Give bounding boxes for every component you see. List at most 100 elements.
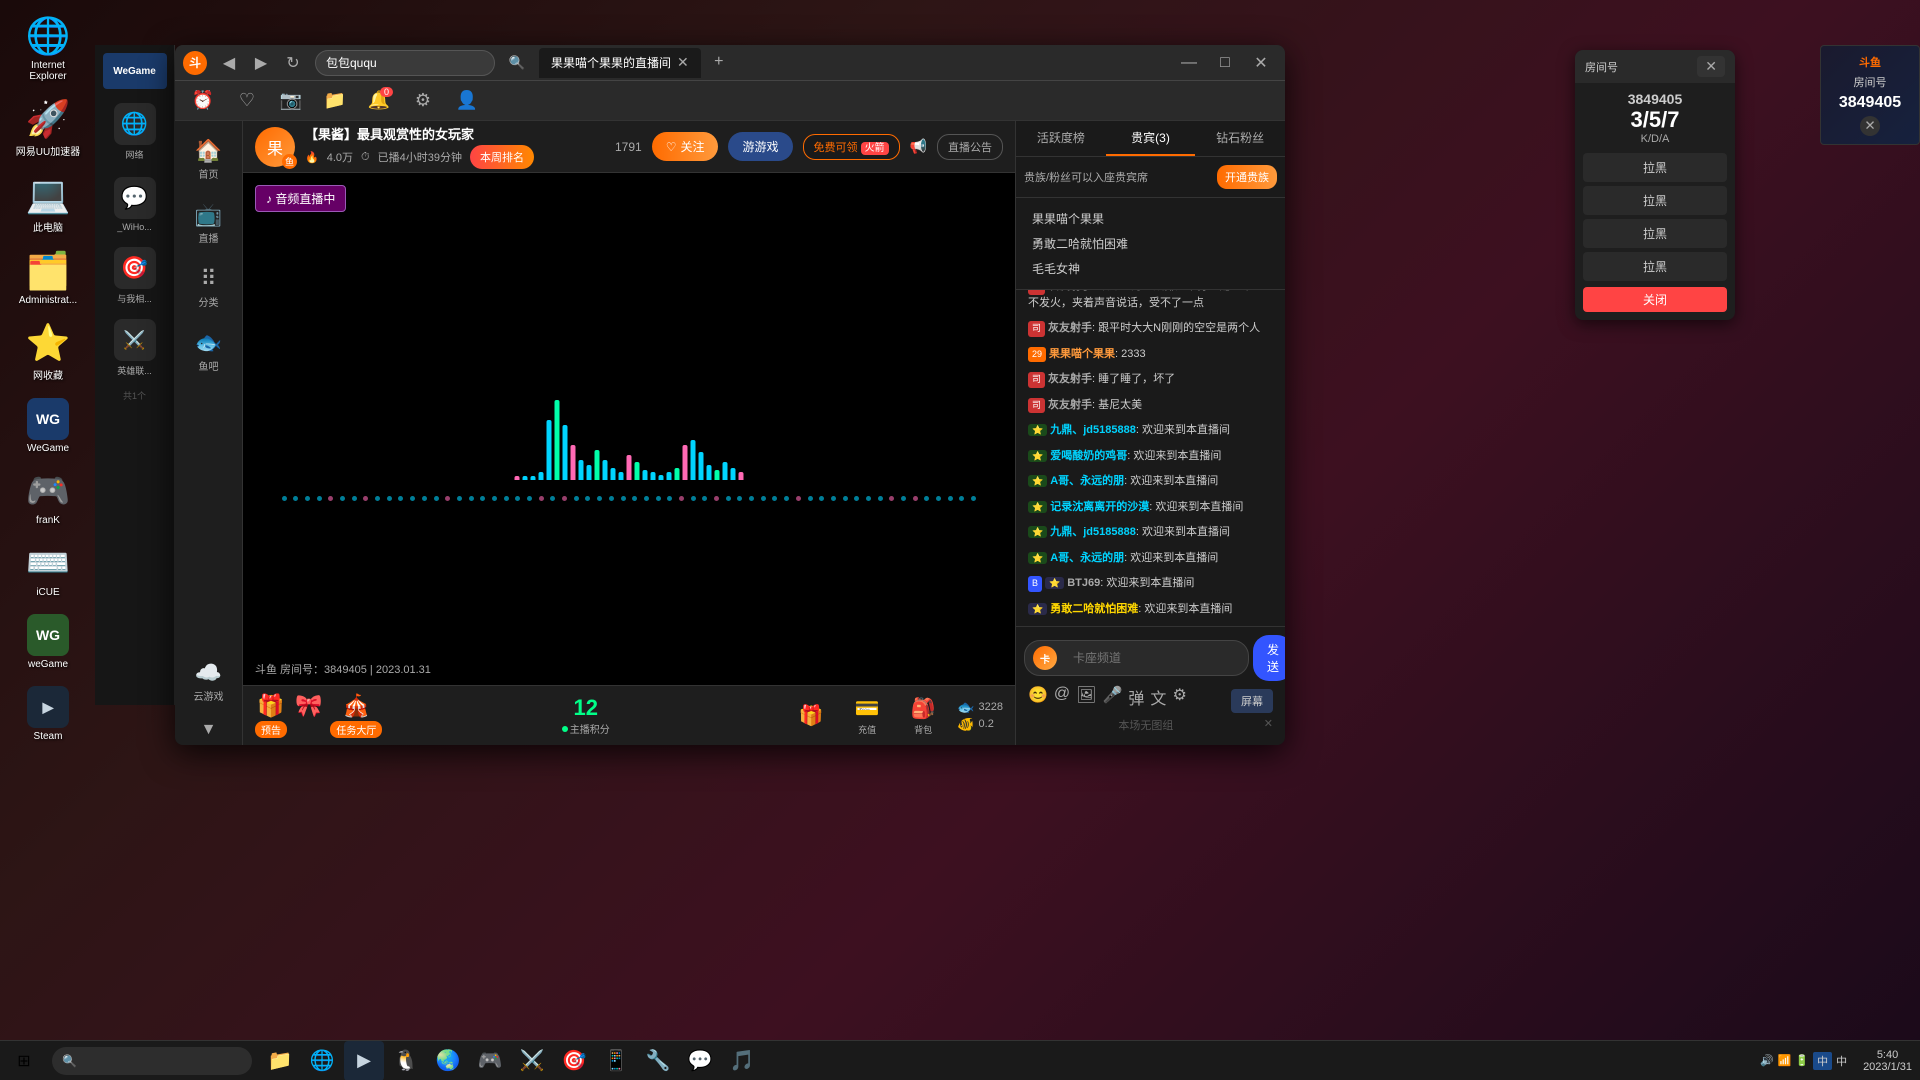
ban-btn-4[interactable]: 拉黑 xyxy=(1583,252,1727,281)
favorites-icon-btn[interactable]: ♡ xyxy=(231,85,263,117)
taskbar-app3[interactable]: 🔧 xyxy=(638,1041,678,1080)
close-room-btn[interactable]: 关闭 xyxy=(1583,287,1727,312)
files-icon-btn[interactable]: 📁 xyxy=(319,85,351,117)
tray-icon-3[interactable]: 🔋 xyxy=(1795,1054,1809,1067)
send-button[interactable]: 发送 xyxy=(1253,635,1285,681)
wegame-item-history[interactable]: 🎯 与我相... xyxy=(100,241,170,311)
taskbar-app5[interactable]: 🎵 xyxy=(722,1041,762,1080)
desktop-icon-wegame[interactable]: WG WeGame xyxy=(10,393,86,459)
barrage-icon[interactable]: 弹 xyxy=(1128,685,1144,713)
taskbar-lol[interactable]: ⚔️ xyxy=(512,1041,552,1080)
history-icon-btn[interactable]: ⏰ xyxy=(187,85,219,117)
taskbar-browser[interactable]: 🌏 xyxy=(428,1041,468,1080)
refresh-button[interactable]: ↻ xyxy=(279,49,307,77)
tray-icon-input[interactable]: 中 xyxy=(1836,1053,1847,1069)
backpack-action-btn[interactable]: 🎒 背包 xyxy=(901,694,945,738)
highlight-item-3[interactable]: 毛毛女神 xyxy=(1024,256,1277,281)
image-icon[interactable]: 🖼 xyxy=(1076,685,1096,713)
settings-icon-btn[interactable]: ⚙ xyxy=(407,85,439,117)
fish-info: 🐟 3228 🐠 0.2 xyxy=(957,699,1003,733)
maximize-button[interactable]: □ xyxy=(1209,49,1241,77)
rank-button[interactable]: 本周排名 xyxy=(470,145,534,169)
voice-icon[interactable]: 🎤 xyxy=(1102,685,1122,713)
wegame-item-lol[interactable]: ⚔️ 英雄联... xyxy=(100,313,170,383)
sidebar-item-live[interactable]: 📺 直播 xyxy=(179,193,239,253)
desktop-icon-admin[interactable]: 🗂️ Administrat... xyxy=(10,245,86,311)
gift-action-btn[interactable]: 🎁 xyxy=(789,694,833,738)
messages-icon-btn[interactable]: 🔔 0 xyxy=(363,85,395,117)
highlight-item-2[interactable]: 勇敢二哈就怕困难 xyxy=(1024,231,1277,256)
ban-btn-3[interactable]: 拉黑 xyxy=(1583,219,1727,248)
sidebar-item-cloudgame[interactable]: ☁️ 云游戏 xyxy=(179,651,239,711)
follow-button[interactable]: ♡ 关注 xyxy=(652,132,719,161)
wegame-item-label3: 与我相... xyxy=(117,292,152,305)
broadcast-button[interactable]: 直播公告 xyxy=(937,134,1003,160)
taskbar-app4[interactable]: 💬 xyxy=(680,1041,720,1080)
screenshot-icon-btn[interactable]: 📷 xyxy=(275,85,307,117)
desktop-icon-wegame2[interactable]: WG weGame xyxy=(10,609,86,675)
tab-activity[interactable]: 活跃度榜 xyxy=(1016,121,1106,156)
taskbar-app1[interactable]: 🎯 xyxy=(554,1041,594,1080)
vip-btn[interactable]: 开通贵族 xyxy=(1217,165,1277,189)
forward-button[interactable]: ▶ xyxy=(247,49,275,77)
start-button[interactable]: ⊞ xyxy=(0,1041,48,1080)
settings-chat-icon[interactable]: ⚙ xyxy=(1172,685,1186,713)
close-notice-btn[interactable]: ✕ xyxy=(1264,717,1273,730)
taskbar-netease[interactable]: 🐧 xyxy=(386,1041,426,1080)
taskbar-steam[interactable]: ▶ xyxy=(344,1041,384,1080)
tray-icon-2[interactable]: 📶 xyxy=(1778,1054,1792,1067)
tray-icon-lang[interactable]: 中 xyxy=(1813,1052,1832,1070)
active-tab[interactable]: 果果喵个果果的直播间 ✕ xyxy=(539,48,701,78)
gift-btn-preview[interactable]: 🎁 预告 xyxy=(255,693,287,738)
taskbar-time[interactable]: 5:40 2023/1/31 xyxy=(1855,1049,1920,1073)
recharge-action-btn[interactable]: 💳 充值 xyxy=(845,694,889,738)
chat-input-field[interactable] xyxy=(1061,645,1240,671)
wegame-item-network[interactable]: 🌐 网络 xyxy=(100,97,170,167)
desktop-icon-uubooster[interactable]: 🚀 网易UU加速器 xyxy=(10,93,86,163)
desktop-icon-mypc[interactable]: 💻 此电脑 xyxy=(10,169,86,239)
sidebar-item-home[interactable]: 🏠 首页 xyxy=(179,129,239,189)
video-area[interactable]: ♪ 音频直播中 斗鱼 房间号：3849405 | 2023.01.31 xyxy=(243,173,1015,685)
panel-close-btn[interactable]: ✕ xyxy=(1860,116,1880,136)
desktop-icon-favorites[interactable]: ⭐ 网收藏 xyxy=(10,317,86,387)
at-icon[interactable]: @ xyxy=(1054,685,1070,713)
chat-username: 记录沈离离开的沙漠 xyxy=(1050,501,1149,513)
address-input[interactable] xyxy=(315,50,495,76)
wegame-item-wiho[interactable]: 💬 _WiHo... xyxy=(100,169,170,239)
game-button[interactable]: 游游戏 xyxy=(728,132,792,161)
sidebar-item-fishbar[interactable]: 🐟 鱼吧 xyxy=(179,321,239,381)
tray-icon-1[interactable]: 🔊 xyxy=(1760,1054,1774,1067)
free-badge: 免费可领 火箭 xyxy=(803,134,900,160)
desktop-icon-ie[interactable]: 🌐 Internet Explorer xyxy=(10,10,86,87)
tab-vip[interactable]: 贵宾(3) xyxy=(1106,121,1196,156)
emoji-icon[interactable]: 😊 xyxy=(1028,685,1048,713)
float-close-x-btn[interactable]: ✕ xyxy=(1697,56,1725,77)
highlight-item-1[interactable]: 果果喵个果果 xyxy=(1024,206,1277,231)
chat-text: : 欢迎来到本直播间 xyxy=(1136,526,1230,538)
font-icon[interactable]: 文 xyxy=(1150,685,1166,713)
gift-btn-bag[interactable]: 🎀 xyxy=(295,693,322,738)
sidebar-item-category[interactable]: ⠿ 分类 xyxy=(179,257,239,317)
taskbar-game1[interactable]: 🎮 xyxy=(470,1041,510,1080)
taskbar-app2[interactable]: 📱 xyxy=(596,1041,636,1080)
ban-btn-1[interactable]: 拉黑 xyxy=(1583,153,1727,182)
taskbar-files[interactable]: 📁 xyxy=(260,1041,300,1080)
back-button[interactable]: ◀ xyxy=(215,49,243,77)
gift-btn-mission[interactable]: 🎪 任务大厅 xyxy=(330,693,382,738)
sidebar-collapse-btn[interactable]: ▼ xyxy=(179,715,239,745)
desktop-icon-icue[interactable]: ⌨️ iCUE xyxy=(10,537,86,603)
new-tab-button[interactable]: + xyxy=(705,48,733,76)
desktop-icon-frank[interactable]: 🎮 franK xyxy=(10,465,86,531)
taskbar-search[interactable]: 🔍 xyxy=(52,1047,252,1075)
taskbar-edge[interactable]: 🌐 xyxy=(302,1041,342,1080)
close-button[interactable]: ✕ xyxy=(1245,49,1277,77)
chat-message-13: B⭐BTJ69: 欢迎来到本直播间 xyxy=(1022,572,1279,595)
ban-btn-2[interactable]: 拉黑 xyxy=(1583,186,1727,215)
search-button[interactable]: 🔍 xyxy=(503,49,531,77)
screen-button[interactable]: 屏幕 xyxy=(1231,689,1273,713)
desktop-icon-steam[interactable]: ▶ Steam xyxy=(10,681,86,747)
tab-diamond[interactable]: 钻石粉丝 xyxy=(1195,121,1285,156)
user-icon-btn[interactable]: 👤 xyxy=(451,85,483,117)
tab-close-icon[interactable]: ✕ xyxy=(677,54,689,71)
minimize-button[interactable]: — xyxy=(1173,49,1205,77)
